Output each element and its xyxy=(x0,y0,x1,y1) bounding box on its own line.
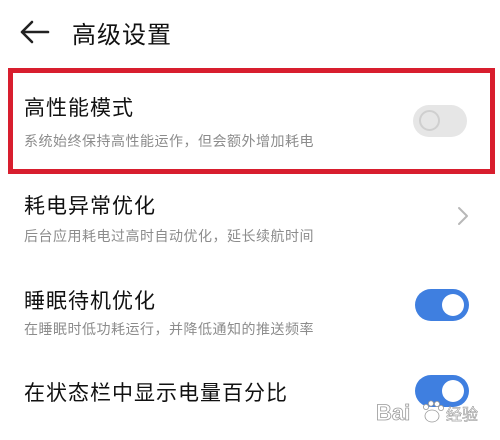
setting-subtitle: 在睡眠时低功耗运行，并降低通知的推送频率 xyxy=(24,322,314,338)
sleep-standby-toggle[interactable] xyxy=(415,289,469,321)
setting-subtitle: 后台应用耗电过高时自动优化，延长续航时间 xyxy=(24,229,314,245)
setting-subtitle: 系统始终保持高性能运作，但会额外增加耗电 xyxy=(24,134,314,150)
setting-row-high-performance[interactable]: 高性能模式 系统始终保持高性能运作，但会额外增加耗电 xyxy=(0,80,500,170)
chevron-right-icon xyxy=(458,207,468,225)
high-performance-toggle[interactable] xyxy=(413,105,467,137)
page-title: 高级设置 xyxy=(72,21,172,49)
setting-title: 高性能模式 xyxy=(24,96,134,120)
watermark-brand: Bai xyxy=(376,400,410,425)
toggle-knob xyxy=(442,294,464,316)
baidu-watermark: Bai 经验 xyxy=(376,400,479,426)
setting-title: 在状态栏中显示电量百分比 xyxy=(24,381,288,405)
setting-title: 耗电异常优化 xyxy=(24,194,156,218)
header-bar: 高级设置 xyxy=(0,0,500,62)
toggle-knob xyxy=(419,110,440,131)
baidu-paw-icon xyxy=(423,400,444,423)
watermark-suffix: 经验 xyxy=(446,405,478,424)
setting-row-sleep-standby[interactable]: 睡眠待机优化 在睡眠时低功耗运行，并降低通知的推送频率 xyxy=(0,275,500,355)
back-arrow-icon[interactable] xyxy=(18,18,50,46)
setting-row-power-anomaly[interactable]: 耗电异常优化 后台应用耗电过高时自动优化，延长续航时间 xyxy=(0,180,500,260)
setting-title: 睡眠待机优化 xyxy=(24,289,156,313)
